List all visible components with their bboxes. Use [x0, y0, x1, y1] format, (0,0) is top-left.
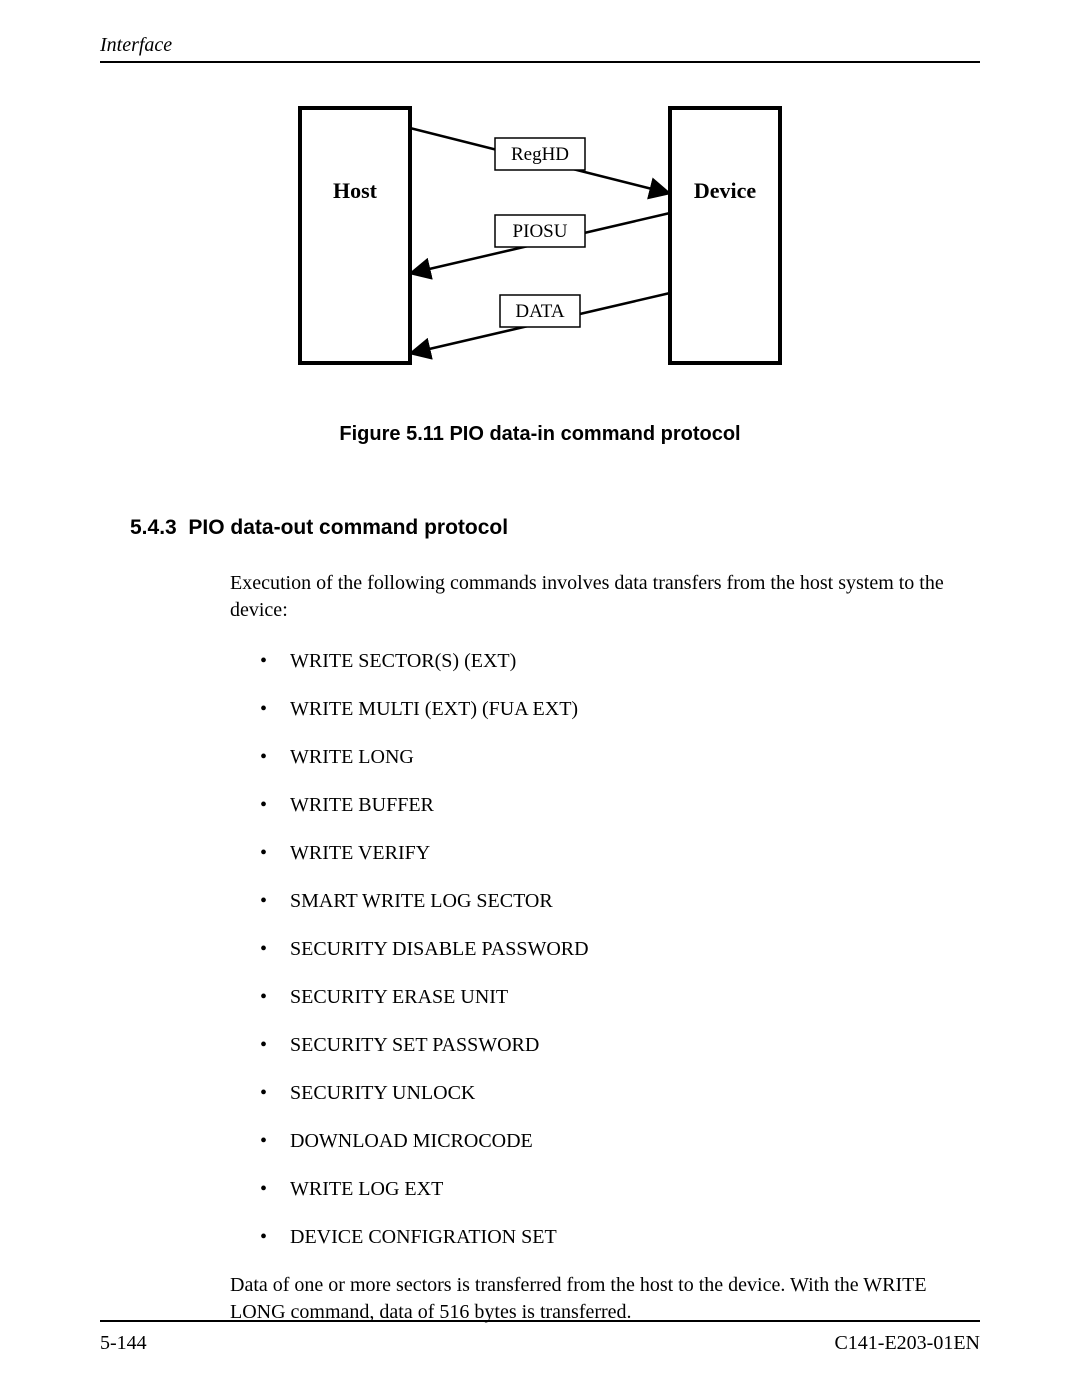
bullet-icon: •: [260, 648, 290, 674]
bullet-icon: •: [260, 984, 290, 1010]
list-item-text: WRITE BUFFER: [290, 792, 434, 818]
section-number: 5.4.3: [130, 516, 177, 539]
section-title: PIO data-out command protocol: [188, 516, 508, 539]
piosu-label: PIOSU: [513, 221, 568, 242]
device-label: Device: [694, 178, 757, 203]
bullet-icon: •: [260, 1224, 290, 1250]
bullet-icon: •: [260, 1128, 290, 1154]
figure-diagram: Host Device RegHD PIOSU DATA: [100, 103, 980, 383]
list-item-text: SECURITY SET PASSWORD: [290, 1032, 539, 1058]
bullet-icon: •: [260, 936, 290, 962]
intro-paragraph: Execution of the following commands invo…: [230, 570, 950, 624]
device-box: [670, 108, 780, 363]
section-heading: 5.4.3 PIO data-out command protocol: [130, 516, 980, 540]
host-label: Host: [333, 178, 378, 203]
closing-paragraph: Data of one or more sectors is transferr…: [230, 1272, 950, 1326]
list-item: •SECURITY DISABLE PASSWORD: [260, 936, 950, 962]
document-id: C141-E203-01EN: [834, 1332, 980, 1355]
list-item: •SECURITY UNLOCK: [260, 1080, 950, 1106]
list-item: •WRITE LONG: [260, 744, 950, 770]
list-item: •SMART WRITE LOG SECTOR: [260, 888, 950, 914]
list-item: •DOWNLOAD MICROCODE: [260, 1128, 950, 1154]
protocol-diagram-svg: Host Device RegHD PIOSU DATA: [290, 103, 790, 383]
list-item: •SECURITY ERASE UNIT: [260, 984, 950, 1010]
page-number: 5-144: [100, 1332, 147, 1355]
bullet-icon: •: [260, 792, 290, 818]
header-section-name: Interface: [100, 34, 172, 56]
figure-caption: Figure 5.11 PIO data-in command protocol: [100, 423, 980, 446]
list-item-text: WRITE LONG: [290, 744, 414, 770]
bullet-icon: •: [260, 1032, 290, 1058]
data-label: DATA: [515, 301, 564, 322]
list-item-text: DEVICE CONFIGRATION SET: [290, 1224, 557, 1250]
list-item: •WRITE LOG EXT: [260, 1176, 950, 1202]
bullet-icon: •: [260, 840, 290, 866]
reghd-label: RegHD: [511, 144, 569, 165]
list-item: •WRITE BUFFER: [260, 792, 950, 818]
bullet-icon: •: [260, 744, 290, 770]
host-box: [300, 108, 410, 363]
bullet-icon: •: [260, 696, 290, 722]
bullet-icon: •: [260, 1080, 290, 1106]
list-item: •WRITE SECTOR(S) (EXT): [260, 648, 950, 674]
bullet-icon: •: [260, 1176, 290, 1202]
list-item: •WRITE VERIFY: [260, 840, 950, 866]
list-item-text: WRITE SECTOR(S) (EXT): [290, 648, 516, 674]
list-item: •WRITE MULTI (EXT) (FUA EXT): [260, 696, 950, 722]
list-item: •DEVICE CONFIGRATION SET: [260, 1224, 950, 1250]
list-item-text: SECURITY UNLOCK: [290, 1080, 475, 1106]
list-item-text: SMART WRITE LOG SECTOR: [290, 888, 553, 914]
list-item-text: SECURITY DISABLE PASSWORD: [290, 936, 589, 962]
list-item-text: SECURITY ERASE UNIT: [290, 984, 508, 1010]
list-item-text: WRITE VERIFY: [290, 840, 430, 866]
list-item-text: WRITE LOG EXT: [290, 1176, 443, 1202]
list-item-text: DOWNLOAD MICROCODE: [290, 1128, 533, 1154]
bullet-list: •WRITE SECTOR(S) (EXT) •WRITE MULTI (EXT…: [260, 648, 950, 1250]
list-item-text: WRITE MULTI (EXT) (FUA EXT): [290, 696, 578, 722]
list-item: •SECURITY SET PASSWORD: [260, 1032, 950, 1058]
page-header: Interface: [100, 34, 980, 63]
page-footer: 5-144 C141-E203-01EN: [100, 1320, 980, 1355]
bullet-icon: •: [260, 888, 290, 914]
